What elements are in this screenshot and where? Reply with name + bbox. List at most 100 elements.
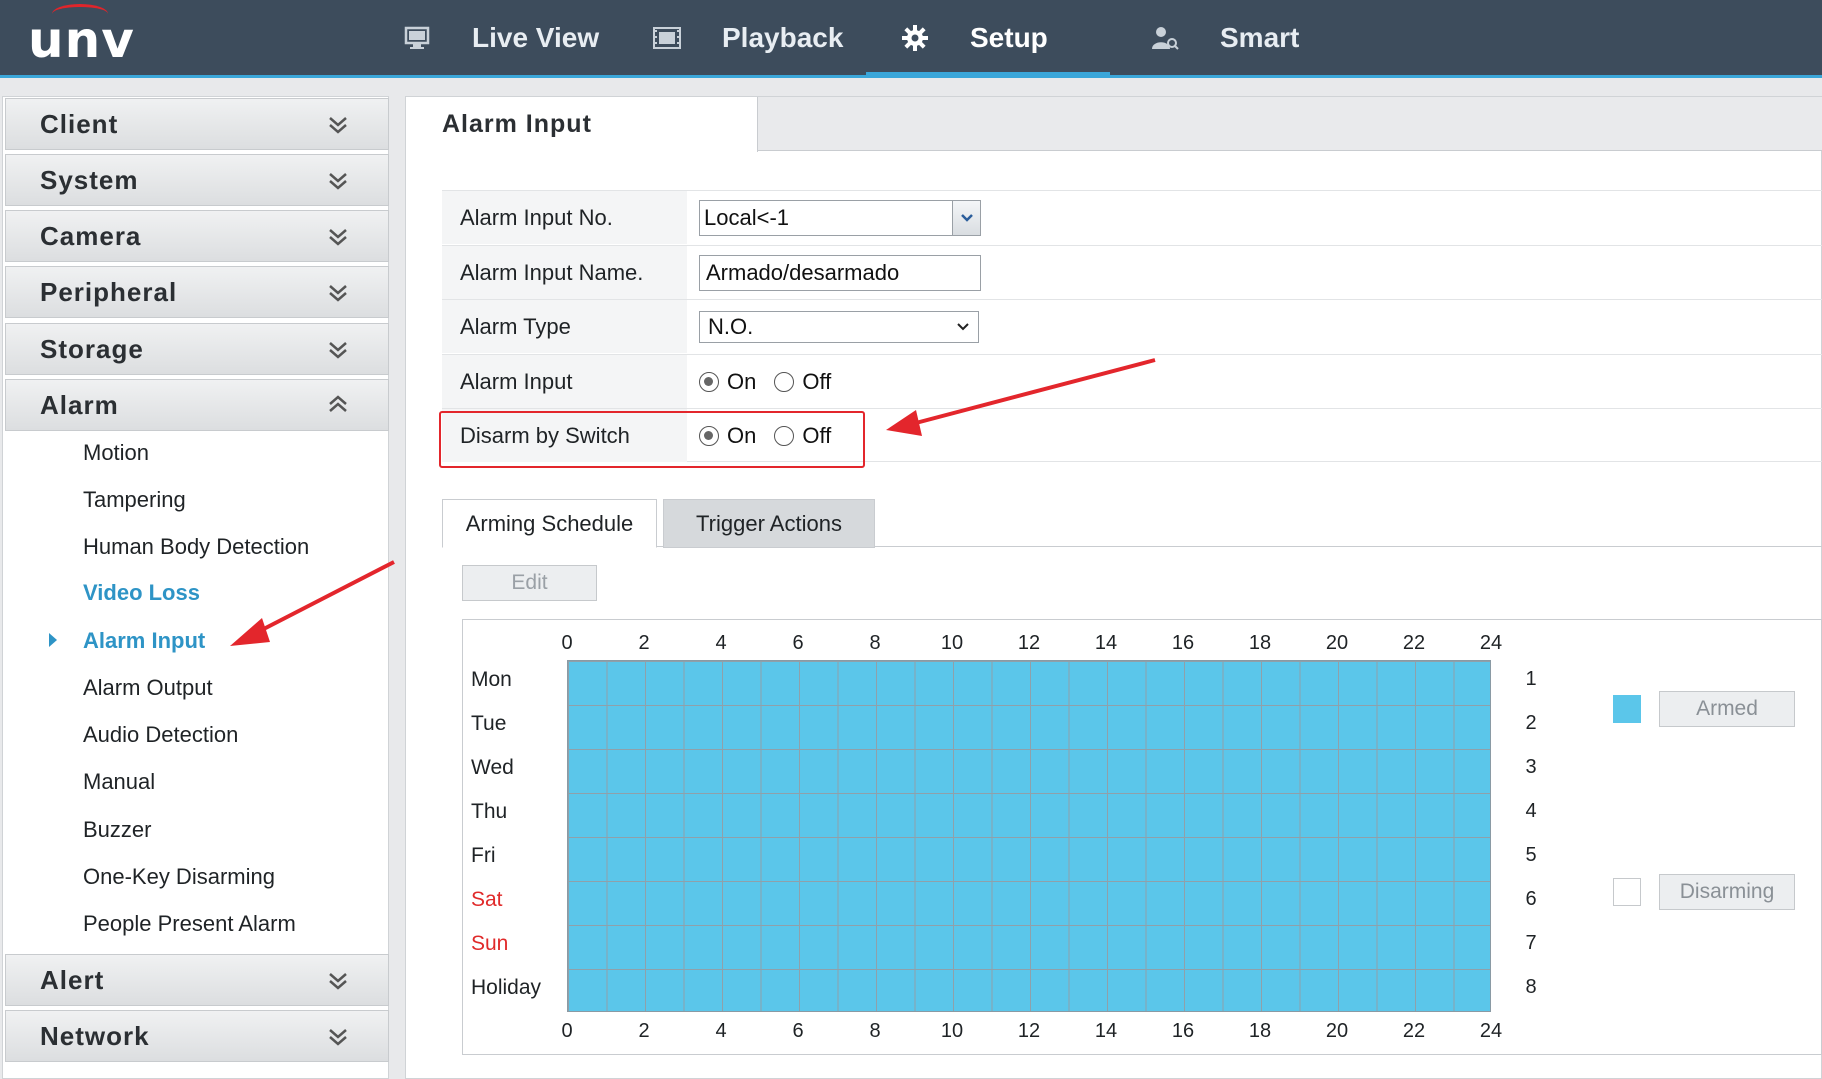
sidebar-section-storage[interactable]: Storage bbox=[5, 323, 389, 375]
hour-label: 18 bbox=[1248, 632, 1272, 654]
hour-label: 10 bbox=[940, 632, 964, 654]
tab-trigger-actions[interactable]: Trigger Actions bbox=[663, 499, 875, 548]
hour-label: 16 bbox=[1171, 1020, 1195, 1042]
day-label: Sat bbox=[471, 888, 503, 911]
section-label: Camera bbox=[40, 220, 142, 251]
sidebar-section-network[interactable]: Network bbox=[5, 1010, 389, 1062]
active-nav-indicator bbox=[866, 72, 1110, 78]
armed-swatch[interactable] bbox=[1613, 695, 1641, 723]
hour-label: 4 bbox=[715, 1020, 727, 1042]
chevron-down-icon bbox=[329, 117, 347, 134]
sidebar-item-audio-detection[interactable]: Audio Detection bbox=[83, 720, 238, 750]
nav-live-view-label: Live View bbox=[472, 21, 600, 53]
section-label: Client bbox=[40, 108, 119, 139]
nav-playback-label: Playback bbox=[722, 21, 844, 53]
alarm-type-select[interactable]: N.O. bbox=[699, 310, 979, 343]
day-label: Mon bbox=[471, 668, 512, 691]
row-number: 7 bbox=[1525, 932, 1537, 954]
day-label: Wed bbox=[471, 756, 514, 779]
highlight-box bbox=[439, 411, 865, 468]
radio-dot bbox=[699, 371, 719, 392]
chevron-down-icon bbox=[329, 342, 347, 359]
hour-label: 24 bbox=[1479, 1020, 1503, 1042]
section-label: Alarm bbox=[40, 389, 119, 420]
alarm-input-on-radio[interactable]: On bbox=[699, 369, 756, 395]
settings-sidebar: Client System Camera Peripheral Storage … bbox=[2, 96, 389, 1079]
hour-label: 8 bbox=[869, 1020, 881, 1042]
arming-schedule-panel: 0 2 4 6 8 10 12 14 16 18 20 22 24 Mon Tu… bbox=[462, 619, 1822, 1055]
hour-label: 6 bbox=[792, 1020, 804, 1042]
sidebar-section-client[interactable]: Client bbox=[5, 98, 389, 150]
control-alarm-type: N.O. bbox=[699, 300, 979, 353]
sidebar-section-peripheral[interactable]: Peripheral bbox=[5, 266, 389, 318]
alarm-input-name-field[interactable] bbox=[699, 254, 981, 291]
row-number: 5 bbox=[1525, 844, 1537, 866]
sidebar-item-human-body-detection[interactable]: Human Body Detection bbox=[83, 532, 309, 562]
row-number: 8 bbox=[1525, 976, 1537, 998]
hour-label: 2 bbox=[638, 632, 650, 654]
control-alarm-input-name bbox=[699, 246, 981, 299]
row-alarm-input-no: Alarm Input No. Local<-1 bbox=[442, 190, 1822, 244]
disarming-swatch[interactable] bbox=[1613, 878, 1641, 906]
hour-label: 22 bbox=[1402, 1020, 1426, 1042]
hour-label: 2 bbox=[638, 1020, 650, 1042]
page-title: Alarm Input bbox=[406, 97, 758, 152]
nav-smart-label: Smart bbox=[1220, 21, 1300, 53]
hour-label: 12 bbox=[1017, 1020, 1041, 1042]
row-number: 4 bbox=[1525, 800, 1537, 822]
section-label: Alert bbox=[40, 964, 105, 995]
film-icon bbox=[652, 23, 682, 53]
nav-setup[interactable]: Setup bbox=[900, 0, 1048, 75]
label-alarm-input-name: Alarm Input Name. bbox=[442, 246, 687, 299]
sidebar-item-one-key-disarming[interactable]: One-Key Disarming bbox=[83, 862, 275, 892]
disarming-button[interactable]: Disarming bbox=[1659, 874, 1795, 910]
sidebar-section-system[interactable]: System bbox=[5, 154, 389, 206]
hour-label: 12 bbox=[1017, 632, 1041, 654]
row-number: 6 bbox=[1525, 888, 1537, 910]
sidebar-item-video-loss[interactable]: Video Loss bbox=[83, 578, 200, 608]
chevron-up-icon bbox=[329, 395, 347, 412]
nav-smart[interactable]: Smart bbox=[1150, 0, 1299, 75]
nav-playback[interactable]: Playback bbox=[652, 0, 843, 75]
dropdown-button[interactable] bbox=[952, 200, 980, 235]
alarm-input-off-radio[interactable]: Off bbox=[774, 369, 831, 395]
day-label: Tue bbox=[471, 712, 507, 735]
tab-arming-schedule[interactable]: Arming Schedule bbox=[442, 499, 657, 548]
hour-label: 8 bbox=[869, 632, 881, 654]
sidebar-section-alert[interactable]: Alert bbox=[5, 954, 389, 1006]
nav-live-view[interactable]: Live View bbox=[402, 0, 599, 75]
radio-label: Off bbox=[802, 368, 832, 394]
hour-label: 24 bbox=[1479, 632, 1503, 654]
hour-label: 0 bbox=[561, 1020, 573, 1042]
top-navigation-bar: unv Live View Playback Setup Smart bbox=[0, 0, 1822, 78]
edit-button[interactable]: Edit bbox=[462, 565, 597, 601]
sidebar-section-camera[interactable]: Camera bbox=[5, 210, 389, 262]
day-label: Holiday bbox=[471, 976, 542, 999]
row-alarm-input-name: Alarm Input Name. bbox=[442, 245, 1822, 299]
hour-label: 20 bbox=[1325, 632, 1349, 654]
schedule-grid[interactable] bbox=[567, 660, 1491, 1012]
hour-label: 16 bbox=[1171, 632, 1195, 654]
brand-logo: unv bbox=[28, 11, 135, 69]
sidebar-item-buzzer[interactable]: Buzzer bbox=[83, 815, 151, 845]
sidebar-item-tampering[interactable]: Tampering bbox=[83, 485, 186, 515]
label-alarm-input-no: Alarm Input No. bbox=[442, 191, 687, 244]
armed-button[interactable]: Armed bbox=[1659, 691, 1795, 727]
row-alarm-type: Alarm Type N.O. bbox=[442, 299, 1822, 353]
sidebar-item-manual[interactable]: Manual bbox=[83, 767, 155, 797]
sidebar-item-alarm-output[interactable]: Alarm Output bbox=[83, 673, 213, 703]
control-alarm-input: On Off bbox=[699, 355, 849, 408]
hour-label: 6 bbox=[792, 632, 804, 654]
hour-label: 10 bbox=[940, 1020, 964, 1042]
sidebar-item-alarm-input[interactable]: Alarm Input bbox=[83, 626, 205, 656]
hour-label: 22 bbox=[1402, 632, 1426, 654]
label-alarm-input: Alarm Input bbox=[442, 355, 687, 408]
sidebar-section-alarm[interactable]: Alarm bbox=[5, 379, 389, 431]
chevron-down-icon bbox=[329, 285, 347, 302]
sidebar-item-motion[interactable]: Motion bbox=[83, 438, 149, 468]
hour-label: 14 bbox=[1094, 1020, 1118, 1042]
sidebar-item-people-present-alarm[interactable]: People Present Alarm bbox=[83, 909, 296, 939]
day-label: Sun bbox=[471, 932, 509, 955]
radio-dot bbox=[774, 371, 795, 392]
alarm-input-no-select[interactable]: Local<-1 bbox=[699, 199, 981, 236]
